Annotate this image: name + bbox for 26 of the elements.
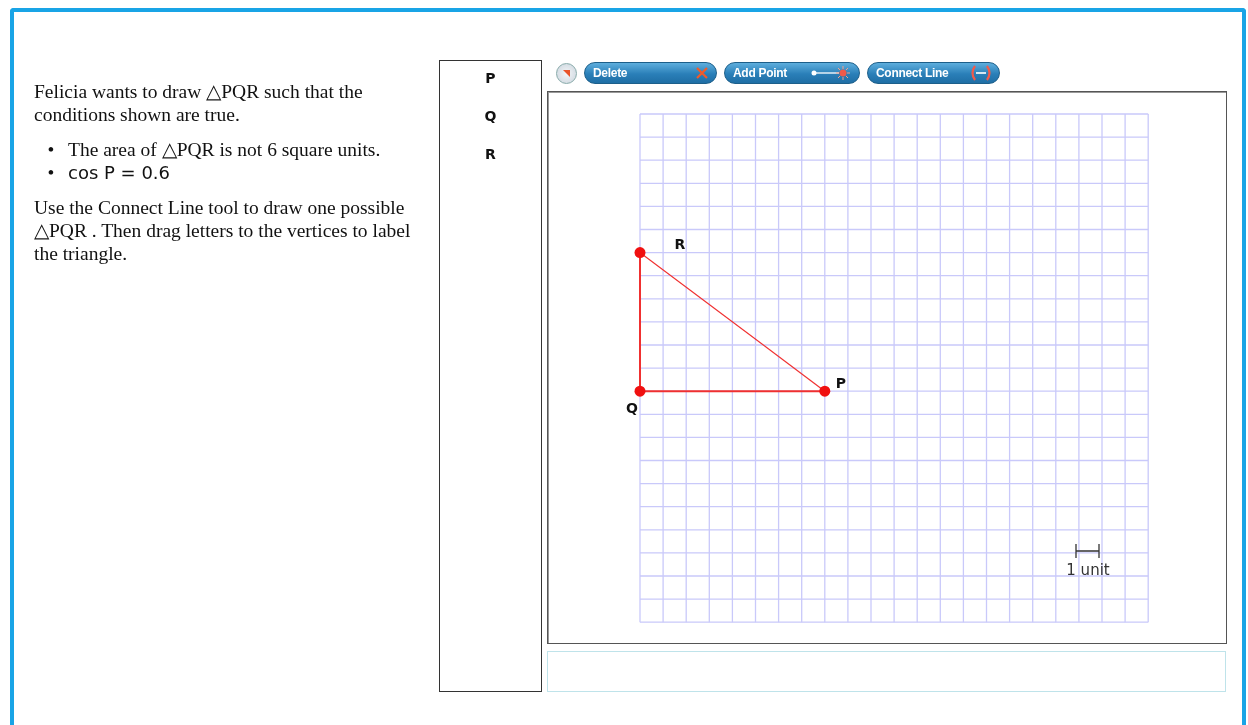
condition-text: The area of △PQR is not 6 square units.: [68, 138, 381, 161]
close-icon: [696, 67, 708, 79]
bullet-marker: •: [46, 161, 56, 184]
intro-text: Felicia wants to draw △PQR such that the conditions shown are true.: [34, 80, 364, 126]
draggable-letter[interactable]: Q: [484, 106, 497, 127]
draggable-letter[interactable]: R: [485, 144, 496, 165]
vertex-point[interactable]: [634, 385, 646, 397]
bullet-marker: •: [46, 138, 56, 161]
unit-scale-icon: [1075, 543, 1100, 559]
delete-button[interactable]: Delete: [584, 62, 717, 84]
vertex-point[interactable]: [634, 247, 646, 259]
vertex-label[interactable]: R: [674, 235, 686, 252]
vertex-point[interactable]: [819, 385, 831, 397]
math-condition: cos P = 0.6: [68, 161, 170, 184]
pointer-icon: [562, 68, 571, 78]
instruction-text: Use the Connect Line tool to draw one possible △PQR . Then drag letters to the vertices to label the triangle.: [34, 196, 412, 265]
drawing-canvas[interactable]: R Q P 1 unit: [547, 91, 1227, 644]
add-point-button[interactable]: Add Point: [724, 62, 860, 84]
connect-line-button[interactable]: Connect Line: [867, 62, 1000, 84]
draggable-letter[interactable]: P: [485, 68, 496, 89]
point-icon: [811, 66, 851, 80]
vertex-label[interactable]: P: [835, 375, 846, 392]
scale-label: 1 unit: [1066, 561, 1110, 579]
vertex-label[interactable]: Q: [626, 400, 638, 417]
line-icon: [971, 65, 991, 81]
pointer-button[interactable]: [556, 62, 577, 84]
